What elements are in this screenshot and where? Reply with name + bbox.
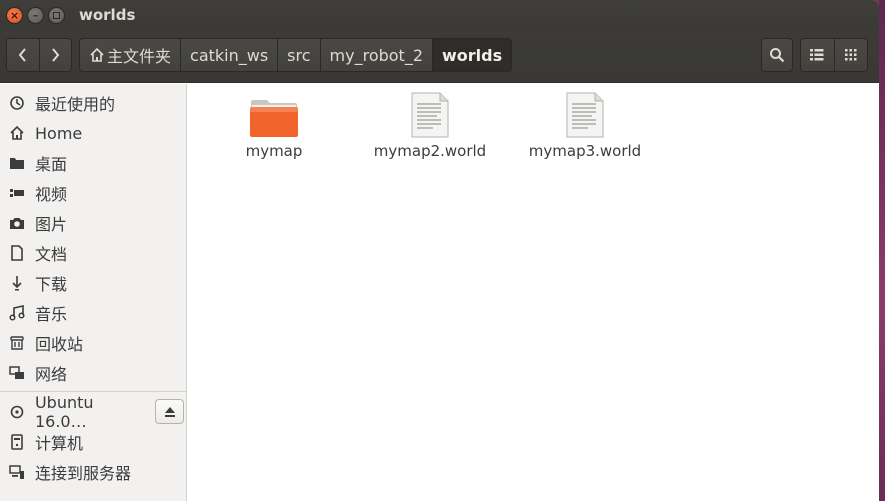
list-view-icon [810, 49, 824, 61]
camera-icon [10, 218, 24, 229]
breadcrumb-label: my_robot_2 [329, 45, 423, 65]
grid-view-icon [844, 49, 857, 61]
breadcrumb-label: 主文件夹 [107, 47, 172, 66]
sidebar-item-desktop[interactable]: 桌面 [0, 148, 186, 178]
trash-icon [10, 336, 24, 350]
file-name: mymap3.world [528, 142, 642, 160]
sidebar-item-label: Home [35, 123, 83, 143]
search-icon [770, 48, 785, 63]
sidebar-divider [0, 391, 186, 392]
breadcrumb-label: catkin_ws [190, 45, 269, 65]
toolbar: 主文件夹 catkin_ws src my_robot_2 worlds [0, 31, 879, 83]
breadcrumb-label: src [287, 45, 311, 65]
text-file-icon [411, 92, 449, 138]
folder-icon [250, 100, 298, 137]
file-name: mymap [245, 142, 303, 160]
sidebar-item-label: 连接到服务器 [35, 464, 132, 483]
breadcrumb-worlds[interactable]: worlds [433, 39, 512, 71]
music-icon [9, 305, 25, 321]
grid-view-button[interactable] [833, 39, 867, 71]
breadcrumb-src[interactable]: src [278, 39, 321, 71]
minimize-icon: – [32, 9, 39, 22]
desktop-background [879, 0, 885, 501]
file-name: mymap2.world [373, 142, 487, 160]
file-item-world[interactable]: mymap2.world [365, 92, 495, 160]
sidebar-item-ubuntu-disc[interactable]: Ubuntu 16.0… [0, 393, 150, 431]
file-item-folder[interactable]: mymap [209, 92, 339, 160]
sidebar-item-label: 图片 [35, 215, 68, 234]
text-file-icon [566, 92, 604, 138]
close-window-button[interactable]: × [6, 7, 23, 24]
title-bar: × – worlds [0, 0, 879, 31]
eject-icon [164, 406, 175, 417]
sidebar-item-trash[interactable]: 回收站 [0, 328, 186, 358]
window-title: worlds [79, 6, 136, 24]
disc-icon [10, 405, 24, 419]
minimize-window-button[interactable]: – [27, 7, 44, 24]
sidebar-item-network[interactable]: 网络 [0, 358, 186, 388]
sidebar-item-label: 回收站 [35, 335, 84, 354]
home-icon [10, 125, 24, 140]
forward-button[interactable] [38, 39, 71, 71]
download-icon [12, 276, 22, 291]
breadcrumb-catkin-ws[interactable]: catkin_ws [181, 39, 279, 71]
sidebar-item-label: 下载 [35, 275, 68, 294]
sidebar-item-label: 桌面 [35, 155, 68, 174]
breadcrumb-label: worlds [442, 45, 503, 65]
sidebar-item-label: 最近使用的 [35, 95, 116, 114]
sidebar-item-label: 视频 [35, 185, 68, 204]
home-icon [90, 47, 104, 62]
back-icon [18, 48, 26, 62]
sidebar-item-home[interactable]: Home [0, 118, 186, 148]
sidebar-item-connect-server[interactable]: 连接到服务器 [0, 457, 186, 487]
recent-icon [10, 96, 24, 110]
desktop-icon [10, 158, 24, 169]
breadcrumb-my-robot-2[interactable]: my_robot_2 [321, 39, 433, 71]
forward-icon [52, 48, 60, 62]
view-mode-buttons [800, 38, 868, 72]
breadcrumb: 主文件夹 catkin_ws src my_robot_2 worlds [79, 38, 513, 72]
close-icon: × [9, 9, 20, 22]
sidebar-item-computer[interactable]: 计算机 [0, 427, 186, 457]
sidebar-item-recent[interactable]: 最近使用的 [0, 88, 186, 118]
video-icon [10, 189, 24, 197]
sidebar-item-documents[interactable]: 文档 [0, 238, 186, 268]
sidebar-item-label: 音乐 [35, 305, 68, 324]
back-button[interactable] [7, 39, 39, 71]
sidebar-item-downloads[interactable]: 下载 [0, 268, 186, 298]
places-sidebar: 最近使用的 Home 桌面 视频 图片 文档 下载 音乐 回收站 网络 Ubun… [0, 84, 187, 501]
server-icon [9, 465, 24, 479]
navigation-buttons [6, 38, 72, 72]
file-item-world[interactable]: mymap3.world [520, 92, 650, 160]
computer-icon [11, 434, 23, 450]
sidebar-item-label: 计算机 [35, 434, 84, 453]
search-button[interactable] [761, 38, 793, 72]
eject-button[interactable] [155, 399, 184, 424]
file-view: mymap mymap2.world mymap3.world [188, 84, 879, 501]
network-icon [9, 366, 24, 379]
file-manager-window: × – worlds 主文件夹 catkin_ws src my_robot_2… [0, 0, 879, 501]
sidebar-item-label: 网络 [35, 365, 68, 384]
list-view-button[interactable] [801, 39, 834, 71]
sidebar-item-pictures[interactable]: 图片 [0, 208, 186, 238]
sidebar-item-videos[interactable]: 视频 [0, 178, 186, 208]
document-icon [11, 245, 23, 261]
maximize-icon [53, 12, 60, 19]
maximize-window-button[interactable] [48, 7, 65, 24]
sidebar-item-label: Ubuntu 16.0… [34, 393, 94, 431]
breadcrumb-home[interactable]: 主文件夹 [80, 39, 182, 71]
sidebar-item-music[interactable]: 音乐 [0, 298, 186, 328]
sidebar-item-label: 文档 [35, 245, 68, 264]
